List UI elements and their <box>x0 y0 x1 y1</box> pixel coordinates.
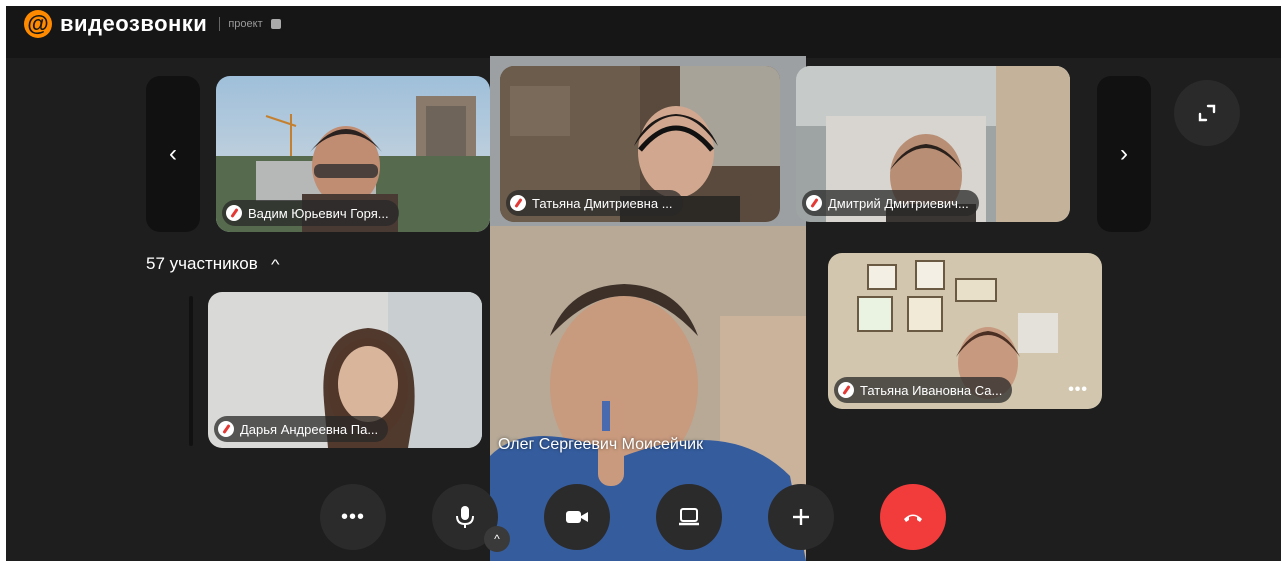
participants-toggle[interactable]: 57 участников ^ <box>146 254 280 274</box>
screen-share-icon <box>679 508 699 526</box>
camera-button[interactable] <box>544 484 610 550</box>
next-page-button[interactable]: › <box>1097 76 1151 232</box>
mic-options-button[interactable]: ^ <box>484 526 510 552</box>
chevron-left-icon: ‹ <box>169 140 177 167</box>
chevron-up-icon: ^ <box>494 532 500 546</box>
mic-icon <box>456 506 474 528</box>
mic-muted-icon <box>838 382 854 398</box>
participant-tile[interactable]: Дмитрий Дмитриевич... <box>796 66 1070 222</box>
logo-subtitle: проект <box>228 18 263 30</box>
participant-name: Вадим Юрьевич Горя... <box>248 205 389 221</box>
expand-icon <box>1198 104 1216 122</box>
participant-name: Дмитрий Дмитриевич... <box>828 195 969 211</box>
participant-name-tag: Татьяна Ивановна Са... <box>834 377 1013 403</box>
top-bar: @ видеозвонки проект <box>6 6 1281 58</box>
participant-tile[interactable]: Вадим Юрьевич Горя... <box>216 76 490 232</box>
chevron-up-icon: ^ <box>270 256 280 272</box>
logo-text: видеозвонки <box>60 11 208 36</box>
mic-muted-icon <box>226 205 242 221</box>
screen-share-button[interactable] <box>656 484 722 550</box>
participant-name-tag: Татьяна Дмитриевна ... <box>506 190 683 216</box>
participant-name-tag: Дмитрий Дмитриевич... <box>802 190 979 216</box>
participant-name: Татьяна Дмитриевна ... <box>532 195 673 211</box>
camera-icon <box>566 511 588 523</box>
video-call-app: @ видеозвонки проект ‹ › Вадим Юрьевич Г… <box>6 6 1281 561</box>
participant-tile[interactable]: Дарья Андреевна Па... <box>208 292 482 448</box>
prev-page-button[interactable]: ‹ <box>146 76 200 232</box>
more-options-icon[interactable]: ••• <box>1068 381 1088 399</box>
participant-tile[interactable]: Татьяна Дмитриевна ... <box>500 66 780 222</box>
speaker-name: Олег Сергеевич Моисейчик <box>498 436 704 453</box>
end-call-button[interactable] <box>880 484 946 550</box>
fullscreen-button[interactable] <box>1174 80 1240 146</box>
add-participant-button[interactable] <box>768 484 834 550</box>
scroll-indicator <box>189 296 193 446</box>
vk-icon <box>270 19 281 29</box>
participant-name-tag: Дарья Андреевна Па... <box>214 416 389 442</box>
participant-name: Дарья Андреевна Па... <box>240 421 379 437</box>
logo: @ видеозвонки проект <box>24 10 281 38</box>
mic-muted-icon <box>806 195 822 211</box>
end-call-icon <box>904 514 922 522</box>
add-icon <box>793 509 809 525</box>
more-button[interactable]: ••• <box>320 484 386 550</box>
participant-tile[interactable]: Татьяна Ивановна Са... ••• <box>828 253 1102 409</box>
more-icon: ••• <box>340 505 365 528</box>
participants-count: 57 участников <box>146 254 258 273</box>
at-sign-icon: @ <box>24 10 52 38</box>
participant-name-tag: Вадим Юрьевич Горя... <box>222 200 399 226</box>
mic-muted-icon <box>218 421 234 437</box>
chevron-right-icon: › <box>1120 140 1128 167</box>
logo-divider <box>219 17 221 31</box>
mic-muted-icon <box>510 195 526 211</box>
participant-name: Татьяна Ивановна Са... <box>860 382 1003 398</box>
